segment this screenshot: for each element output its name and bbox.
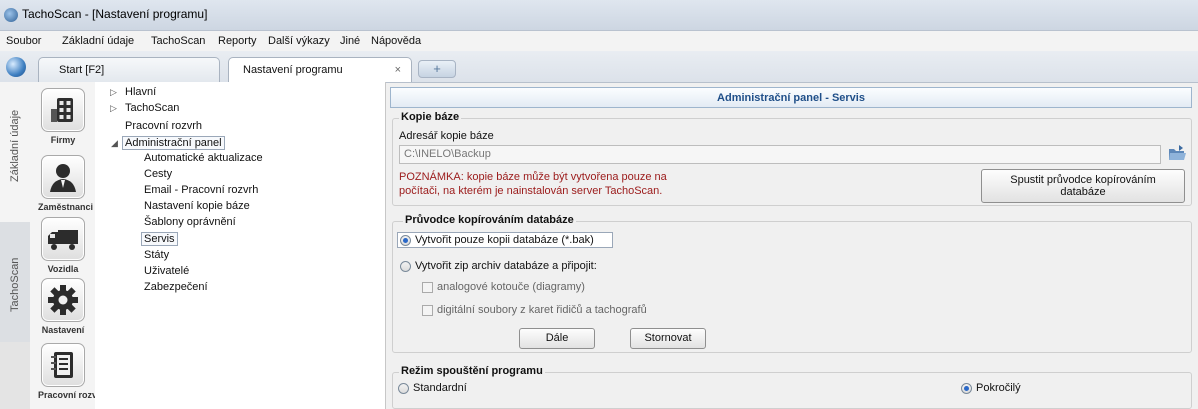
wizard-button-line-1: Spustit průvodce kopírováním	[1010, 174, 1156, 186]
menu-soubor[interactable]: Soubor	[6, 35, 41, 47]
rezim-title: Režim spouštění programu	[399, 365, 545, 377]
digital-files-label: digitální soubory z karet řidičů a tacho…	[437, 304, 647, 316]
pruvodce-title: Průvodce kopírováním databáze	[403, 214, 576, 226]
tab-close-icon[interactable]: ×	[395, 64, 401, 76]
tree-item-automaticke-aktualizace[interactable]: Automatické aktualizace	[144, 152, 263, 164]
vozidla-label: Vozidla	[47, 264, 79, 274]
side-tab-zakladni-udaje[interactable]: Základní údaje	[0, 82, 31, 222]
firmy-label: Firmy	[50, 135, 76, 145]
app-icon	[4, 8, 18, 22]
tree-item-pracovni-rozvrh[interactable]: Pracovní rozvrh	[125, 120, 202, 132]
side-tab-zakladni-label: Základní údaje	[9, 109, 21, 182]
kopie-baze-group: Kopie báze Adresář kopie báze C:\INELO\B…	[392, 111, 1192, 206]
menu-napoveda[interactable]: Nápověda	[371, 35, 421, 47]
tab-nastaveni-programu[interactable]: Nastavení programu ×	[228, 57, 412, 82]
vozidla-button[interactable]: Vozidla	[38, 217, 88, 274]
radio-advanced[interactable]	[961, 383, 972, 394]
expand-arrow-icon[interactable]: ▷	[110, 87, 117, 98]
tree-item-cesty[interactable]: Cesty	[144, 168, 172, 180]
settings-tree: ▷ Hlavní ▷ TachoScan Pracovní rozvrh ◢ A…	[95, 82, 386, 409]
kopie-baze-title: Kopie báze	[399, 111, 462, 123]
tree-item-sablony-opravneni[interactable]: Šablony oprávnění	[144, 216, 236, 228]
tab-start[interactable]: Start [F2]	[38, 57, 220, 82]
building-icon	[41, 88, 85, 132]
firmy-button[interactable]: Firmy	[38, 88, 88, 145]
side-tab-strip: Základní údaje TachoScan	[0, 82, 31, 409]
next-button[interactable]: Dále	[519, 328, 595, 349]
start-backup-wizard-button[interactable]: Spustit průvodce kopírováním databáze	[981, 169, 1185, 203]
tree-item-administracni-panel[interactable]: Administrační panel	[122, 136, 225, 150]
tree-item-hlavni[interactable]: Hlavní	[125, 86, 156, 98]
backup-dir-field[interactable]: C:\INELO\Backup	[399, 145, 1161, 164]
collapse-arrow-icon[interactable]: ◢	[111, 138, 118, 149]
panel-header: Administrační panel - Servis	[390, 87, 1192, 108]
menu-jine[interactable]: Jiné	[340, 35, 360, 47]
side-tab-tachoscan-label: TachoScan	[9, 257, 21, 312]
tree-item-tachoscan[interactable]: TachoScan	[125, 102, 179, 114]
note-line-1: POZNÁMKA: kopie báze může být vytvořena …	[399, 171, 667, 183]
menu-tachoscan[interactable]: TachoScan	[151, 35, 205, 47]
gear-icon	[41, 278, 85, 322]
pracovni-rozvrh-label: Pracovní rozv...	[38, 390, 104, 400]
standard-label[interactable]: Standardní	[413, 382, 467, 394]
tree-item-nastaveni-kopie-baze[interactable]: Nastavení kopie báze	[144, 200, 250, 212]
checkbox-analog-discs[interactable]	[422, 282, 433, 293]
menu-reporty[interactable]: Reporty	[218, 35, 257, 47]
folder-open-icon[interactable]	[1167, 143, 1187, 166]
menu-bar: Soubor Základní údaje TachoScan Reporty …	[0, 31, 1198, 51]
module-icon-bar: Firmy Zaměstnanci Vozidla Nastavení Prac…	[30, 82, 104, 409]
window-title: TachoScan - [Nastavení programu]	[22, 7, 208, 21]
tab-nastaveni-label: Nastavení programu	[243, 64, 343, 76]
option-copy-only-label[interactable]: Vytvořit pouze kopii databáze (*.bak)	[415, 234, 594, 246]
tree-item-staty[interactable]: Státy	[144, 249, 169, 261]
settings-panel: Administrační panel - Servis Kopie báze …	[390, 87, 1192, 409]
checkbox-digital-files[interactable]	[422, 305, 433, 316]
wizard-button-line-2: databáze	[1060, 186, 1106, 198]
zamestnanci-label: Zaměstnanci	[38, 202, 94, 212]
tree-item-servis[interactable]: Servis	[141, 232, 178, 246]
title-bar: TachoScan - [Nastavení programu]	[0, 0, 1198, 31]
new-tab-button[interactable]: +	[418, 60, 456, 78]
nastaveni-label: Nastavení	[41, 325, 85, 335]
zamestnanci-button[interactable]: Zaměstnanci	[38, 155, 94, 212]
advanced-label[interactable]: Pokročilý	[976, 382, 1021, 394]
tab-bar: Start [F2] Nastavení programu × +	[0, 51, 1198, 83]
radio-copy-only[interactable]	[400, 235, 411, 246]
truck-icon	[41, 217, 85, 261]
cancel-button[interactable]: Stornovat	[630, 328, 706, 349]
menu-zakladni-udaje[interactable]: Základní údaje	[62, 35, 134, 47]
pruvodce-group: Průvodce kopírováním databáze Vytvořit p…	[392, 214, 1192, 353]
option-zip-archive-label[interactable]: Vytvořit zip archiv databáze a připojit:	[415, 260, 597, 272]
tree-item-zabezpeceni[interactable]: Zabezpečení	[144, 281, 208, 293]
rezim-group: Režim spouštění programu Standardní Pokr…	[392, 365, 1192, 409]
employee-icon	[41, 155, 85, 199]
nastaveni-button[interactable]: Nastavení	[38, 278, 88, 335]
radio-standard[interactable]	[398, 383, 409, 394]
tree-item-uzivatele[interactable]: Uživatelé	[144, 265, 189, 277]
backup-dir-label: Adresář kopie báze	[399, 130, 494, 142]
expand-arrow-icon[interactable]: ▷	[110, 103, 117, 114]
pracovni-rozvrh-button[interactable]: Pracovní rozv...	[38, 343, 104, 400]
menu-dalsi-vykazy[interactable]: Další výkazy	[268, 35, 330, 47]
tab-start-label: Start [F2]	[59, 64, 105, 76]
app-logo-icon[interactable]	[6, 57, 26, 77]
tree-item-email-pracovni-rozvrh[interactable]: Email - Pracovní rozvrh	[144, 184, 258, 196]
analog-discs-label: analogové kotouče (diagramy)	[437, 281, 585, 293]
notebook-icon	[41, 343, 85, 387]
radio-zip-archive[interactable]	[400, 261, 411, 272]
note-line-2: počítači, na kterém je nainstalován serv…	[399, 185, 663, 197]
side-tab-tachoscan[interactable]: TachoScan	[0, 222, 31, 342]
